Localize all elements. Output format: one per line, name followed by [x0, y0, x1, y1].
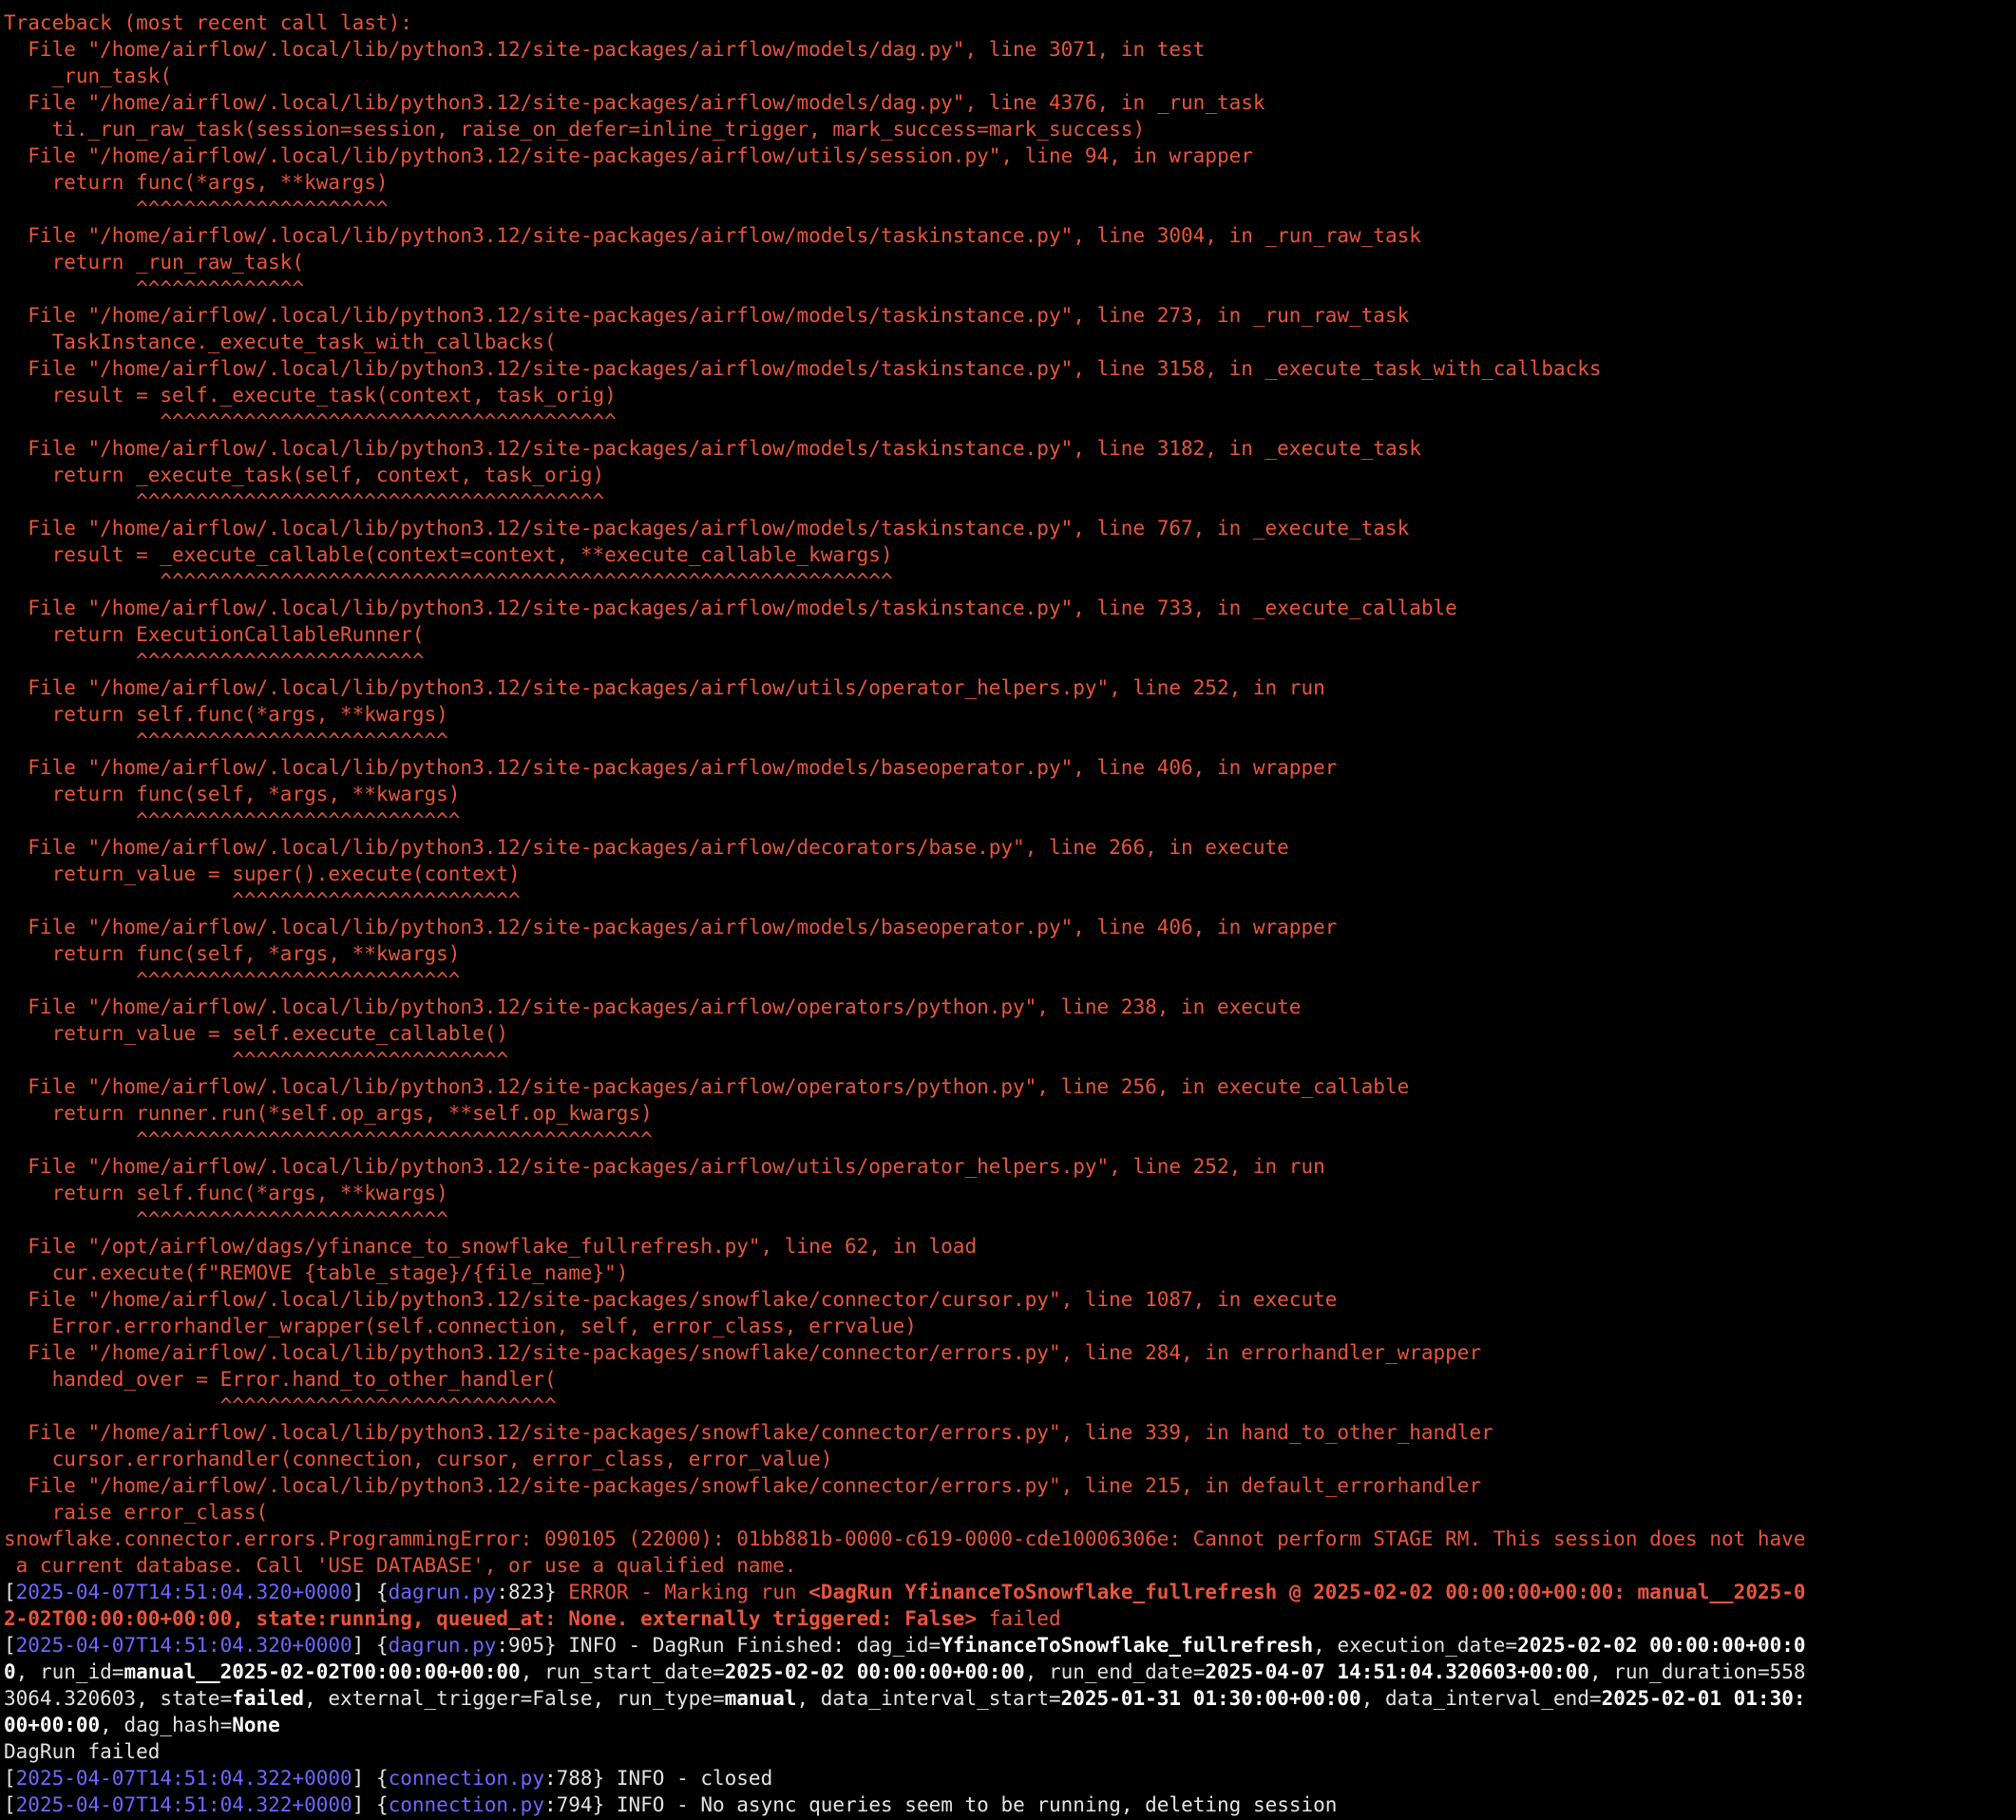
- traceback-line: File "/home/airflow/.local/lib/python3.1…: [4, 756, 1338, 779]
- traceback-line: a current database. Call 'USE DATABASE',…: [4, 1554, 797, 1577]
- traceback-line: return _run_raw_task(: [4, 251, 305, 274]
- log-line-info-dagrun-finished-cont1: 0, run_id=manual__2025-02-02T00:00:00+00…: [4, 1660, 1806, 1683]
- log-source-file: dagrun.py: [388, 1581, 497, 1603]
- log-timestamp: 2025-04-07T14:51:04.320+0000: [15, 1634, 352, 1657]
- traceback-line: File "/home/airflow/.local/lib/python3.1…: [4, 1341, 1482, 1364]
- log-timestamp: 2025-04-07T14:51:04.320+0000: [15, 1581, 352, 1603]
- log-source-file: connection.py: [388, 1793, 544, 1816]
- log-line-info-dagrun-finished-cont2: 3064.320603, state=failed, external_trig…: [4, 1687, 1806, 1710]
- traceback-line: return _execute_task(self, context, task…: [4, 464, 605, 486]
- traceback-line: return func(*args, **kwargs): [4, 171, 389, 194]
- traceback-line: File "/home/airflow/.local/lib/python3.1…: [4, 144, 1253, 167]
- traceback-line: ti._run_raw_task(session=session, raise_…: [4, 118, 1146, 141]
- traceback-line: File "/home/airflow/.local/lib/python3.1…: [4, 1474, 1482, 1497]
- log-line-dagrun-failed: DagRun failed: [4, 1740, 161, 1763]
- traceback-line: ^^^^^^^^^^^^^^^^^^^^^: [4, 198, 389, 220]
- traceback-line: ^^^^^^^^^^^^^^^^^^^^^^^^: [4, 889, 521, 912]
- traceback-line: File "/home/airflow/.local/lib/python3.1…: [4, 224, 1421, 247]
- traceback-line: File "/home/airflow/.local/lib/python3.1…: [4, 1288, 1338, 1311]
- traceback-line: ^^^^^^^^^^^^^^^^^^^^^^^^^^^^^^^^^^^^^^^: [4, 490, 605, 513]
- traceback-line: File "/home/airflow/.local/lib/python3.1…: [4, 517, 1410, 540]
- traceback-line: return runner.run(*self.op_args, **self.…: [4, 1102, 653, 1125]
- traceback-line: cursor.errorhandler(connection, cursor, …: [4, 1448, 833, 1470]
- traceback-line: File "/home/airflow/.local/lib/python3.1…: [4, 1075, 1410, 1098]
- traceback-line: result = _execute_callable(context=conte…: [4, 543, 893, 566]
- log-line-info-deleting-session: [2025-04-07T14:51:04.322+0000] {connecti…: [4, 1793, 1338, 1816]
- traceback-line: ^^^^^^^^^^^^^^^^^^^^^^^^^^^: [4, 809, 461, 832]
- log-timestamp: 2025-04-07T14:51:04.322+0000: [15, 1767, 352, 1790]
- traceback-line: return self.func(*args, **kwargs): [4, 1182, 448, 1204]
- traceback-line: Error.errorhandler_wrapper(self.connecti…: [4, 1315, 917, 1337]
- traceback-line: ^^^^^^^^^^^^^^^^^^^^^^^^^^^^: [4, 1394, 557, 1417]
- traceback-line: return ExecutionCallableRunner(: [4, 623, 425, 646]
- log-line-info-closed: [2025-04-07T14:51:04.322+0000] {connecti…: [4, 1767, 773, 1790]
- traceback-line: File "/home/airflow/.local/lib/python3.1…: [4, 676, 1325, 699]
- traceback-line: return_value = self.execute_callable(): [4, 1022, 509, 1045]
- log-source-file: dagrun.py: [388, 1634, 497, 1657]
- traceback-line: ^^^^^^^^^^^^^^^^^^^^^^^^^^^^^^^^^^^^^^^^…: [4, 570, 893, 593]
- traceback-line: File "/home/airflow/.local/lib/python3.1…: [4, 597, 1457, 619]
- traceback-line: File "/home/airflow/.local/lib/python3.1…: [4, 357, 1602, 380]
- traceback-line: return_value = super().execute(context): [4, 863, 521, 885]
- traceback-line: File "/opt/airflow/dags/yfinance_to_snow…: [4, 1235, 978, 1258]
- log-line-error-marking-run-cont: 2-02T00:00:00+00:00, state:running, queu…: [4, 1607, 1061, 1630]
- traceback-line: return self.func(*args, **kwargs): [4, 703, 448, 726]
- traceback-line: ^^^^^^^^^^^^^^^^^^^^^^^^^^: [4, 730, 448, 752]
- traceback-line: Traceback (most recent call last):: [4, 11, 412, 34]
- traceback-line: return func(self, *args, **kwargs): [4, 783, 461, 806]
- traceback-line: File "/home/airflow/.local/lib/python3.1…: [4, 91, 1265, 114]
- traceback-line: File "/home/airflow/.local/lib/python3.1…: [4, 836, 1289, 859]
- terminal-window[interactable]: Traceback (most recent call last): File …: [0, 0, 2016, 1820]
- traceback-line: cur.execute(f"REMOVE {table_stage}/{file…: [4, 1261, 629, 1284]
- traceback-line: return func(self, *args, **kwargs): [4, 942, 461, 965]
- traceback-line: handed_over = Error.hand_to_other_handle…: [4, 1368, 557, 1391]
- traceback-line: File "/home/airflow/.local/lib/python3.1…: [4, 437, 1421, 460]
- traceback-line: ^^^^^^^^^^^^^^: [4, 277, 305, 300]
- traceback-line: raise error_class(: [4, 1501, 269, 1524]
- traceback-line: ^^^^^^^^^^^^^^^^^^^^^^^^^^^^^^^^^^^^^^: [4, 410, 617, 433]
- traceback-line: File "/home/airflow/.local/lib/python3.1…: [4, 1155, 1325, 1178]
- traceback-line: ^^^^^^^^^^^^^^^^^^^^^^^^^^^^^^^^^^^^^^^^…: [4, 1128, 653, 1151]
- traceback-line: TaskInstance._execute_task_with_callback…: [4, 331, 557, 353]
- traceback-line: File "/home/airflow/.local/lib/python3.1…: [4, 995, 1302, 1018]
- traceback-line: File "/home/airflow/.local/lib/python3.1…: [4, 304, 1410, 327]
- traceback-line: ^^^^^^^^^^^^^^^^^^^^^^^^^^^: [4, 969, 461, 992]
- traceback-line: _run_task(: [4, 65, 173, 87]
- log-timestamp: 2025-04-07T14:51:04.322+0000: [15, 1793, 352, 1816]
- traceback-line: ^^^^^^^^^^^^^^^^^^^^^^^^: [4, 650, 425, 673]
- log-line-error-marking-run: [2025-04-07T14:51:04.320+0000] {dagrun.p…: [4, 1581, 1806, 1603]
- traceback-line: ^^^^^^^^^^^^^^^^^^^^^^^: [4, 1049, 509, 1071]
- traceback-line: File "/home/airflow/.local/lib/python3.1…: [4, 916, 1338, 938]
- traceback-block: Traceback (most recent call last): File …: [4, 9, 2012, 1579]
- traceback-line: File "/home/airflow/.local/lib/python3.1…: [4, 38, 1206, 61]
- traceback-line: result = self._execute_task(context, tas…: [4, 384, 617, 407]
- log-line-info-dagrun-finished: [2025-04-07T14:51:04.320+0000] {dagrun.p…: [4, 1634, 1806, 1657]
- traceback-line: File "/home/airflow/.local/lib/python3.1…: [4, 1421, 1493, 1444]
- traceback-line: snowflake.connector.errors.ProgrammingEr…: [4, 1527, 1806, 1550]
- log-line-info-dagrun-finished-cont3: 00+00:00, dag_hash=None: [4, 1714, 280, 1736]
- log-source-file: connection.py: [388, 1767, 544, 1790]
- traceback-line: ^^^^^^^^^^^^^^^^^^^^^^^^^^: [4, 1208, 448, 1231]
